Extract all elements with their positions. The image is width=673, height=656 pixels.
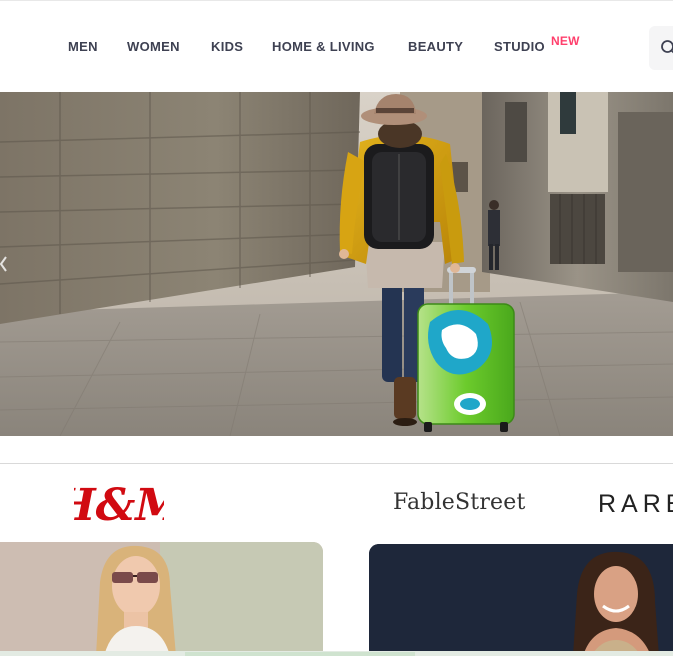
brand-logo-hm[interactable]: H&M [74, 474, 164, 534]
page: MEN WOMEN KIDS HOME & LIVING BEAUTY STUD… [0, 0, 673, 656]
nav-item-beauty[interactable]: BEAUTY [408, 39, 463, 54]
hero-image [0, 92, 673, 436]
top-header: MEN WOMEN KIDS HOME & LIVING BEAUTY STUD… [0, 0, 673, 92]
scroll-indicator-thumb [185, 652, 415, 656]
nav-item-kids[interactable]: KIDS [211, 39, 243, 54]
nav-item-men[interactable]: MEN [68, 39, 98, 54]
promo-card-left[interactable] [0, 542, 323, 656]
brand-rare[interactable]: RARE [598, 490, 673, 519]
promo-card-right[interactable] [369, 544, 673, 656]
chevron-left-icon[interactable] [0, 254, 8, 274]
model-image-left [0, 542, 323, 656]
new-badge: NEW [551, 34, 580, 48]
search-icon [661, 40, 673, 54]
nav-item-home-living[interactable]: HOME & LIVING [272, 39, 375, 54]
nav-item-women[interactable]: WOMEN [127, 39, 180, 54]
nav-item-studio[interactable]: STUDIO [494, 39, 545, 54]
brand-strip: H&M FableStreet RARE [0, 464, 673, 542]
brand-fablestreet[interactable]: FableStreet [393, 490, 526, 515]
brand-logo-hm-text: H&M [74, 480, 164, 531]
search-box[interactable] [649, 26, 673, 70]
hero-banner[interactable] [0, 92, 673, 436]
model-image-right [369, 544, 673, 656]
